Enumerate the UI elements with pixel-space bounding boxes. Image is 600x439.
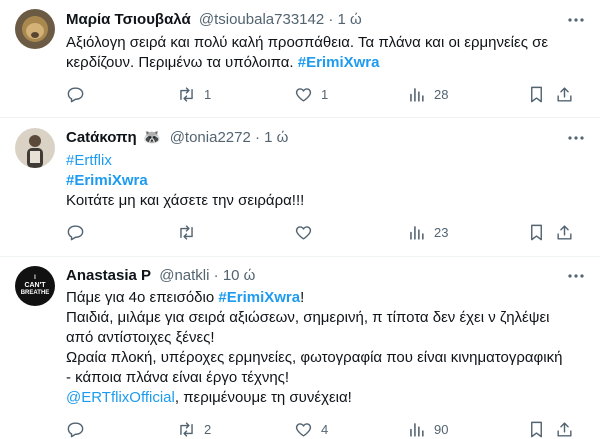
avatar-text: CAN'T (24, 282, 46, 289)
retweet-button[interactable] (177, 222, 204, 242)
reply-icon (67, 421, 84, 437)
views-count: 28 (434, 86, 449, 102)
avatar[interactable]: I CAN'T BREATHE (15, 266, 55, 306)
share-icon (557, 421, 572, 437)
hashtag-link[interactable]: #ErimiXwra (218, 289, 300, 306)
mention-link[interactable]: @ERTflixOfficial (66, 389, 175, 406)
hashtag-link[interactable]: #ErimiXwra (298, 54, 380, 71)
text-line: - κάποια πλάνα είναι έργο τέχνης! (66, 369, 290, 386)
like-icon (295, 87, 312, 102)
retweet-button[interactable]: 1 (177, 84, 211, 104)
like-button[interactable] (294, 222, 321, 242)
avatar-text: BREATHE (20, 290, 50, 296)
text-line: Κοιτάτε μη και χάσετε την σειράρα!!! (66, 192, 305, 209)
text-fragment: , περιμένουμε τη συνέχεια! (174, 389, 352, 406)
bookmark-button[interactable] (527, 222, 546, 242)
text-fragment: Πάμε για 4ο επεισόδιο (66, 289, 215, 306)
tweet-header: Anastasia P @natkli · 10 ώ (66, 266, 255, 286)
reply-icon (67, 224, 84, 240)
share-button[interactable] (555, 222, 574, 242)
retweet-button[interactable]: 2 (177, 419, 211, 439)
share-icon (557, 224, 572, 240)
retweet-count: 1 (204, 86, 212, 102)
action-bar: 2 4 90 (66, 419, 586, 439)
views-icon (410, 225, 424, 240)
views-icon (410, 422, 424, 437)
reply-button[interactable] (66, 222, 93, 242)
author-name[interactable]: Catάκοπη (66, 129, 137, 146)
name-emoji: 🦝 (142, 129, 162, 146)
author-name[interactable]: Anastasia P (66, 267, 151, 284)
action-bar: 23 (66, 222, 586, 242)
views-button[interactable]: 23 (407, 222, 448, 242)
retweet-icon (180, 86, 193, 102)
more-icon[interactable] (566, 266, 586, 286)
tweet-time[interactable]: 1 ώ (338, 11, 362, 28)
tweet[interactable]: Μαρία Τσιουβαλά @tsioubala733142 · 1 ώ Α… (0, 0, 600, 118)
tweet-header: Catάκοπη 🦝 @tonia2272 · 1 ώ (66, 128, 288, 148)
retweet-icon (180, 421, 193, 437)
author-handle[interactable]: @tsioubala733142 (199, 11, 324, 28)
text-line: Ωραία πλοκή, υπέροχες ερμηνείες, φωτογρα… (66, 349, 563, 366)
like-count: 4 (321, 421, 329, 437)
avatar-text: I (34, 275, 36, 281)
text-fragment: ! (300, 289, 305, 306)
views-count: 23 (434, 224, 449, 240)
retweet-count: 2 (204, 421, 212, 437)
bookmark-icon (531, 86, 542, 102)
dot-separator: · (213, 267, 223, 284)
views-icon (410, 87, 424, 102)
hashtag-link[interactable]: #Ertflix (66, 151, 586, 171)
share-button[interactable] (555, 84, 574, 104)
reply-button[interactable] (66, 84, 93, 104)
views-button[interactable]: 28 (407, 84, 448, 104)
author-handle[interactable]: @natkli (159, 267, 209, 284)
reply-icon (67, 86, 84, 102)
like-icon (295, 225, 312, 240)
tweet[interactable]: Catάκοπη 🦝 @tonia2272 · 1 ώ #Ertflix #Er… (0, 118, 600, 257)
share-icon (557, 86, 572, 102)
tweet-time[interactable]: 1 ώ (264, 129, 288, 146)
tweet-text: Αξιόλογη σειρά και πολύ καλή προσπάθεια.… (66, 33, 586, 73)
tweet-time[interactable]: 10 ώ (223, 267, 256, 284)
tweet-header: Μαρία Τσιουβαλά @tsioubala733142 · 1 ώ (66, 10, 362, 30)
like-icon (295, 422, 312, 437)
views-count: 90 (434, 421, 449, 437)
text-line: κερδίζουν. Περιμένω τα υπόλοιπα. #ErimiX… (66, 53, 586, 73)
share-button[interactable] (555, 419, 574, 439)
like-count: 1 (321, 86, 329, 102)
hashtag-link[interactable]: #ErimiXwra (66, 171, 586, 191)
text-line: Πάμε για 4ο επεισόδιο #ErimiXwra! (66, 288, 586, 308)
like-button[interactable]: 4 (294, 419, 328, 439)
text-line: Παιδιά, μιλάμε για σειρά αξιώσεων, σημερ… (66, 309, 550, 326)
dot-separator: · (328, 11, 338, 28)
tweet[interactable]: I CAN'T BREATHE Anastasia P @natkli · 10… (0, 257, 600, 439)
views-button[interactable]: 90 (407, 419, 448, 439)
text-line: από αντίστοιχες ξένες! (66, 329, 215, 346)
author-name[interactable]: Μαρία Τσιουβαλά (66, 11, 191, 28)
retweet-icon (180, 224, 193, 240)
avatar[interactable] (15, 128, 55, 168)
action-bar: 1 1 28 (66, 84, 586, 104)
more-icon[interactable] (566, 128, 586, 148)
more-icon[interactable] (566, 10, 586, 30)
tweet-text: Πάμε για 4ο επεισόδιο #ErimiXwra! Παιδιά… (66, 288, 586, 408)
text-line: @ERTflixOfficial, περιμένουμε τη συνέχει… (66, 388, 586, 408)
like-button[interactable]: 1 (294, 84, 328, 104)
text-line: Αξιόλογη σειρά και πολύ καλή προσπάθεια.… (66, 34, 549, 51)
avatar[interactable] (15, 9, 55, 49)
bookmark-button[interactable] (527, 419, 546, 439)
dot-separator: · (254, 129, 265, 146)
author-handle[interactable]: @tonia2272 (170, 129, 251, 146)
text-fragment: κερδίζουν. Περιμένω τα υπόλοιπα. (66, 54, 294, 71)
bookmark-icon (531, 421, 542, 437)
reply-button[interactable] (66, 419, 93, 439)
tweet-text: #Ertflix #ErimiXwra Κοιτάτε μη και χάσετ… (66, 151, 586, 211)
bookmark-icon (531, 224, 542, 240)
bookmark-button[interactable] (527, 84, 546, 104)
